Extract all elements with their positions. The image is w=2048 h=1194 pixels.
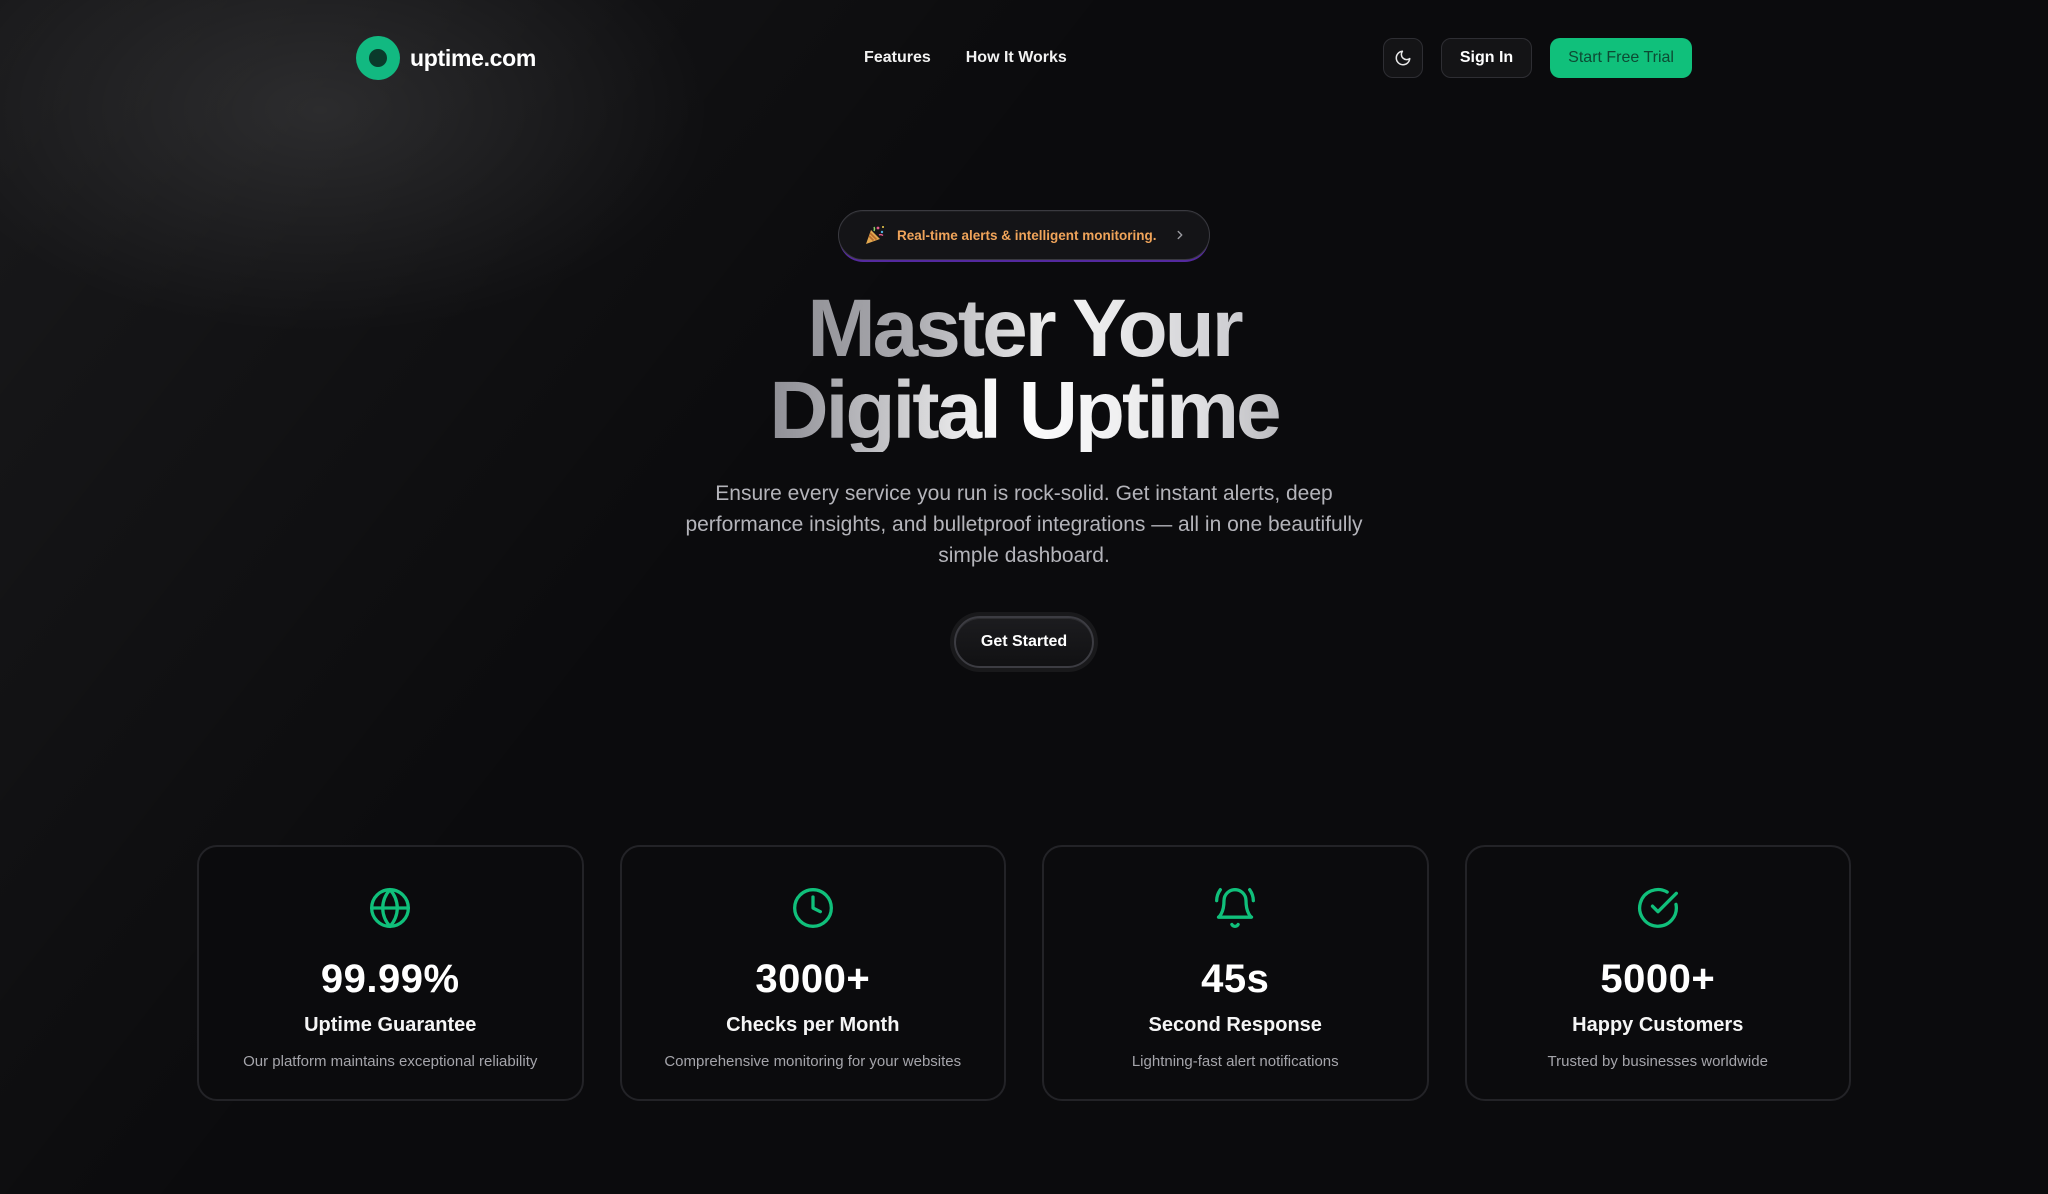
stat-value: 45s [1201, 957, 1270, 1001]
header-actions: Sign In Start Free Trial [1382, 38, 1692, 78]
stat-card-checks: 3000+ Checks per Month Comprehensive mon… [619, 845, 1006, 1101]
stat-value: 3000+ [755, 957, 871, 1001]
nav-features-link[interactable]: Features [864, 49, 931, 67]
hero-subtext: Ensure every service you run is rock-sol… [685, 482, 1363, 567]
logo-icon [356, 36, 400, 80]
sign-in-button[interactable]: Sign In [1440, 38, 1533, 78]
brand-name: uptime.com [410, 44, 537, 71]
stats-section: 99.99% Uptime Guarantee Our platform mai… [197, 845, 1851, 1101]
stat-value: 99.99% [320, 957, 460, 1001]
party-popper-icon [866, 226, 884, 244]
globe-icon [367, 885, 413, 931]
stat-description: Lightning-fast alert notifications [1131, 1053, 1339, 1070]
nav-how-it-works-link[interactable]: How It Works [966, 49, 1067, 67]
stat-card-customers: 5000+ Happy Customers Trusted by busines… [1464, 845, 1851, 1101]
stat-title: Happy Customers [1572, 1014, 1744, 1036]
headline-line-2: Digital Uptime [624, 370, 1424, 452]
stat-value: 5000+ [1600, 957, 1716, 1001]
site-header: uptime.com Features How It Works Sign In… [356, 34, 1692, 82]
moon-icon [1395, 50, 1411, 66]
stat-card-uptime: 99.99% Uptime Guarantee Our platform mai… [197, 845, 584, 1101]
brand-logo[interactable]: uptime.com [356, 36, 636, 80]
stat-description: Comprehensive monitoring for your websit… [664, 1053, 962, 1070]
check-circle-icon [1635, 885, 1681, 931]
headline-line-1: Master Your [624, 288, 1424, 370]
get-started-button[interactable]: Get Started [954, 616, 1094, 668]
stat-card-response: 45s Second Response Lightning-fast alert… [1042, 845, 1429, 1101]
announcement-pill[interactable]: Real-time alerts & intelligent monitorin… [838, 210, 1210, 260]
theme-toggle-button[interactable] [1382, 38, 1423, 78]
clock-icon [790, 885, 836, 931]
bell-ringing-icon [1212, 885, 1258, 931]
chevron-right-icon [1173, 228, 1187, 242]
stat-description: Our platform maintains exceptional relia… [243, 1053, 538, 1070]
announcement-text: Real-time alerts & intelligent monitorin… [897, 227, 1157, 243]
start-free-trial-button[interactable]: Start Free Trial [1550, 38, 1692, 78]
stat-title: Checks per Month [726, 1014, 900, 1036]
stat-title: Second Response [1148, 1014, 1322, 1036]
hero-headline: Master Your Digital Uptime [624, 288, 1424, 452]
stat-title: Uptime Guarantee [304, 1014, 477, 1036]
stat-description: Trusted by businesses worldwide [1547, 1053, 1768, 1070]
main-nav: Features How It Works [864, 49, 1067, 67]
